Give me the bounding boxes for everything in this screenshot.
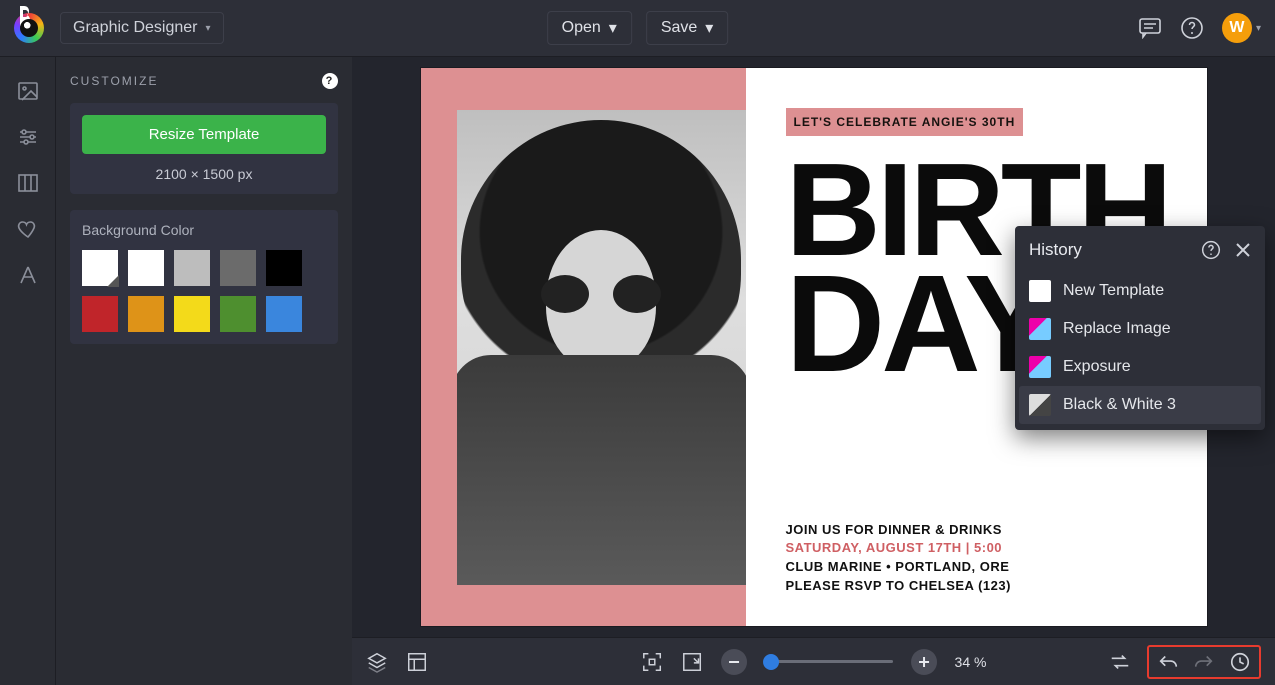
chat-icon[interactable] — [1138, 17, 1162, 39]
tag-badge[interactable]: LET'S CELEBRATE ANGIE'S 30TH — [786, 108, 1024, 136]
color-swatch[interactable] — [174, 250, 210, 286]
history-button[interactable] — [1229, 651, 1251, 673]
panel-help-icon[interactable]: ? — [322, 73, 338, 89]
tag-text: LET'S CELEBRATE ANGIE'S 30TH — [794, 115, 1016, 129]
app-logo-icon[interactable] — [14, 13, 44, 43]
avatar-initial: W — [1229, 19, 1244, 37]
swatch-grid — [82, 250, 326, 332]
history-item-label: New Template — [1063, 282, 1164, 300]
background-color-title: Background Color — [82, 222, 326, 238]
top-center-actions: Open ▾ Save ▾ — [547, 11, 729, 45]
template-dimensions: 2100 × 1500 px — [82, 154, 326, 182]
photo-placeholder[interactable] — [457, 110, 746, 585]
zoom-slider-thumb[interactable] — [763, 654, 779, 670]
detail-line-2: SATURDAY, AUGUST 17TH | 5:00 — [786, 539, 1175, 558]
save-button[interactable]: Save ▾ — [646, 11, 729, 45]
chevron-down-icon: ▾ — [705, 18, 713, 38]
color-swatch[interactable] — [128, 250, 164, 286]
color-swatch[interactable] — [82, 250, 118, 286]
background-color-card: Background Color — [70, 210, 338, 344]
zoom-out-button[interactable] — [721, 649, 747, 675]
avatar: W — [1222, 13, 1252, 43]
history-item-label: Replace Image — [1063, 320, 1171, 338]
customize-panel: CUSTOMIZE ? Resize Template 2100 × 1500 … — [56, 57, 352, 685]
editor-mode-label: Graphic Designer — [73, 19, 198, 37]
chevron-down-icon: ▾ — [609, 18, 617, 38]
save-label: Save — [661, 19, 697, 37]
layers-icon[interactable] — [366, 651, 388, 673]
color-swatch[interactable] — [174, 296, 210, 332]
undo-button[interactable] — [1157, 652, 1179, 672]
grid-view-icon[interactable] — [406, 651, 428, 673]
history-popover: History New Template Replace Image Exposur… — [1015, 226, 1265, 430]
detail-line-4: PLEASE RSVP TO CHELSEA (123) — [786, 577, 1175, 596]
details-block[interactable]: JOIN US FOR DINNER & DRINKS SATURDAY, AU… — [786, 521, 1175, 596]
history-help-icon[interactable] — [1201, 240, 1221, 260]
color-swatch[interactable] — [82, 296, 118, 332]
fit-screen-icon[interactable] — [641, 651, 663, 673]
resize-template-button[interactable]: Resize Template — [82, 115, 326, 154]
top-right-actions: W ▾ — [1138, 13, 1261, 43]
history-controls-highlight — [1147, 645, 1261, 679]
zoom-value: 34 % — [955, 654, 987, 670]
history-item[interactable]: Black & White 3 — [1019, 386, 1261, 424]
redo-button[interactable] — [1193, 652, 1215, 672]
history-thumb-icon — [1029, 394, 1051, 416]
detail-line-1: JOIN US FOR DINNER & DRINKS — [786, 521, 1175, 540]
favorites-tool-icon[interactable] — [16, 217, 40, 241]
detail-line-3: CLUB MARINE • PORTLAND, ORE — [786, 558, 1175, 577]
actual-size-icon[interactable] — [681, 651, 703, 673]
history-title: History — [1029, 240, 1082, 260]
help-icon[interactable] — [1180, 16, 1204, 40]
document-left-panel — [421, 68, 746, 626]
panel-title: CUSTOMIZE — [70, 74, 158, 88]
history-item-label: Black & White 3 — [1063, 396, 1176, 414]
compare-icon[interactable] — [1109, 652, 1131, 672]
history-thumb-icon — [1029, 356, 1051, 378]
layout-tool-icon[interactable] — [16, 171, 40, 195]
history-close-icon[interactable] — [1235, 242, 1251, 258]
top-toolbar: Graphic Designer ▾ Open ▾ Save ▾ W ▾ — [0, 0, 1275, 57]
history-item-label: Exposure — [1063, 358, 1131, 376]
bottom-toolbar: 34 % — [352, 637, 1275, 685]
adjust-tool-icon[interactable] — [16, 125, 40, 149]
history-item[interactable]: Exposure — [1015, 348, 1265, 386]
left-tool-rail — [0, 57, 56, 685]
color-swatch[interactable] — [128, 296, 164, 332]
open-label: Open — [562, 19, 601, 37]
history-item[interactable]: New Template — [1015, 272, 1265, 310]
resize-label: Resize Template — [149, 126, 260, 143]
open-button[interactable]: Open ▾ — [547, 11, 632, 45]
history-list: New Template Replace Image Exposure Black &… — [1015, 272, 1265, 424]
color-swatch[interactable] — [220, 250, 256, 286]
history-item[interactable]: Replace Image — [1015, 310, 1265, 348]
color-swatch[interactable] — [266, 250, 302, 286]
color-swatch[interactable] — [220, 296, 256, 332]
chevron-down-icon: ▾ — [206, 23, 211, 34]
resize-card: Resize Template 2100 × 1500 px — [70, 103, 338, 194]
zoom-in-button[interactable] — [911, 649, 937, 675]
image-tool-icon[interactable] — [16, 79, 40, 103]
history-thumb-icon — [1029, 318, 1051, 340]
chevron-down-icon: ▾ — [1256, 23, 1261, 34]
logo-b-icon — [17, 4, 33, 40]
user-menu[interactable]: W ▾ — [1222, 13, 1261, 43]
text-tool-icon[interactable] — [16, 263, 40, 287]
color-swatch[interactable] — [266, 296, 302, 332]
zoom-slider[interactable] — [765, 660, 893, 663]
history-thumb-icon — [1029, 280, 1051, 302]
editor-mode-select[interactable]: Graphic Designer ▾ — [60, 12, 224, 44]
